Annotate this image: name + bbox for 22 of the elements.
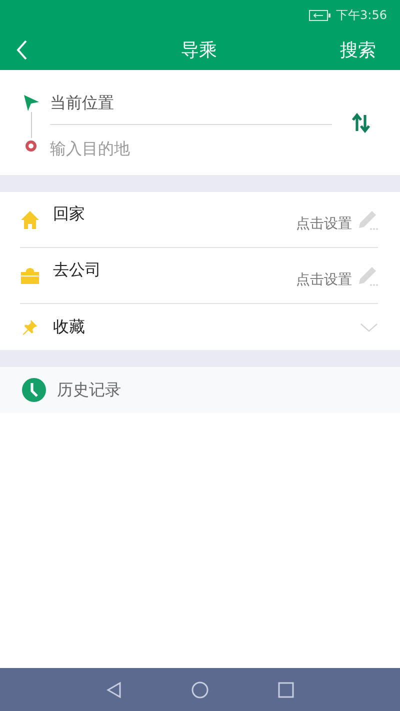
shortcut-label[interactable]: 回家	[53, 204, 85, 225]
location-arrow-icon	[22, 94, 40, 112]
home-icon[interactable]	[191, 680, 209, 698]
recent-apps-icon[interactable]	[277, 680, 295, 698]
shortcut-label[interactable]: 收藏	[53, 316, 85, 338]
history-label[interactable]: 历史记录	[57, 380, 121, 400]
back-icon[interactable]	[105, 680, 123, 698]
set-hint[interactable]: 点击设置	[296, 214, 352, 232]
page-title: 导乘	[180, 39, 218, 62]
origin-field[interactable]: 当前位置	[50, 74, 332, 125]
house-icon	[20, 210, 40, 230]
shortcut-label[interactable]: 去公司	[53, 260, 101, 281]
set-hint[interactable]: 点击设置	[296, 270, 352, 288]
pin-icon	[22, 319, 38, 335]
status-time: 下午3:56	[336, 6, 387, 24]
destination-dot-icon	[25, 140, 37, 152]
destination-field[interactable]: 输入目的地	[50, 125, 332, 171]
swap-icon[interactable]	[352, 112, 370, 132]
battery-icon	[309, 10, 332, 20]
clock-icon	[22, 378, 46, 402]
back-icon[interactable]	[16, 39, 28, 61]
briefcase-icon	[20, 266, 40, 286]
